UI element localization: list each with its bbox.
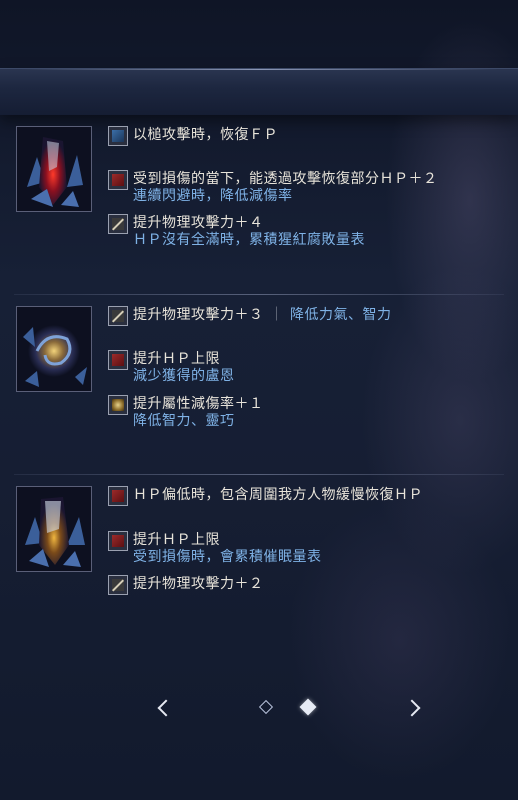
effect-text-main: 提升物理攻擊力＋３ [133,307,264,323]
effect-text: 提升屬性減傷率＋１ [133,396,264,412]
effect-text: 提升物理攻擊力＋４ [133,215,264,231]
effect-text: 提升ＨＰ上限 [133,351,220,367]
blue-square-icon [108,126,128,146]
effect-text: 提升物理攻擊力＋３ ｜ 降低力氣、智力 [133,306,392,324]
sword-icon [108,214,128,234]
divider [14,294,504,295]
separator: ｜ [269,307,284,323]
effect-subtext: ＨＰ沒有全滿時，累積猩紅腐敗量表 [133,232,365,248]
red-square-icon [108,486,128,506]
red-square-icon [108,531,128,551]
effect-subtext: 減少獲得的盧恩 [133,368,235,384]
gold-crystal-icon [16,486,92,572]
effect-text: 以槌攻擊時，恢復ＦＰ [133,127,278,143]
effect-text: 受到損傷的當下，能透過攻擊恢復部分ＨＰ＋２ [133,171,438,187]
element-icon [108,395,128,415]
sword-icon [108,575,128,595]
red-square-icon [108,350,128,370]
red-square-icon [108,170,128,190]
effect-text: 提升物理攻擊力＋２ [133,576,264,592]
sword-icon [108,306,128,326]
red-crystal-icon [16,126,92,212]
effect-text: 提升ＨＰ上限 [133,532,220,548]
effect-subtext: 受到損傷時，會累積催眠量表 [133,549,322,565]
divider [14,474,504,475]
effect-subtext: 降低智力、靈巧 [133,413,235,429]
effect-subtext: 降低力氣、智力 [290,307,392,323]
effect-text: ＨＰ偏低時，包含周圍我方人物緩慢恢復ＨＰ [133,487,423,503]
effect-subtext: 連續閃避時，降低減傷率 [133,188,293,204]
swirl-orb-icon [16,306,92,392]
header-band [0,68,518,115]
